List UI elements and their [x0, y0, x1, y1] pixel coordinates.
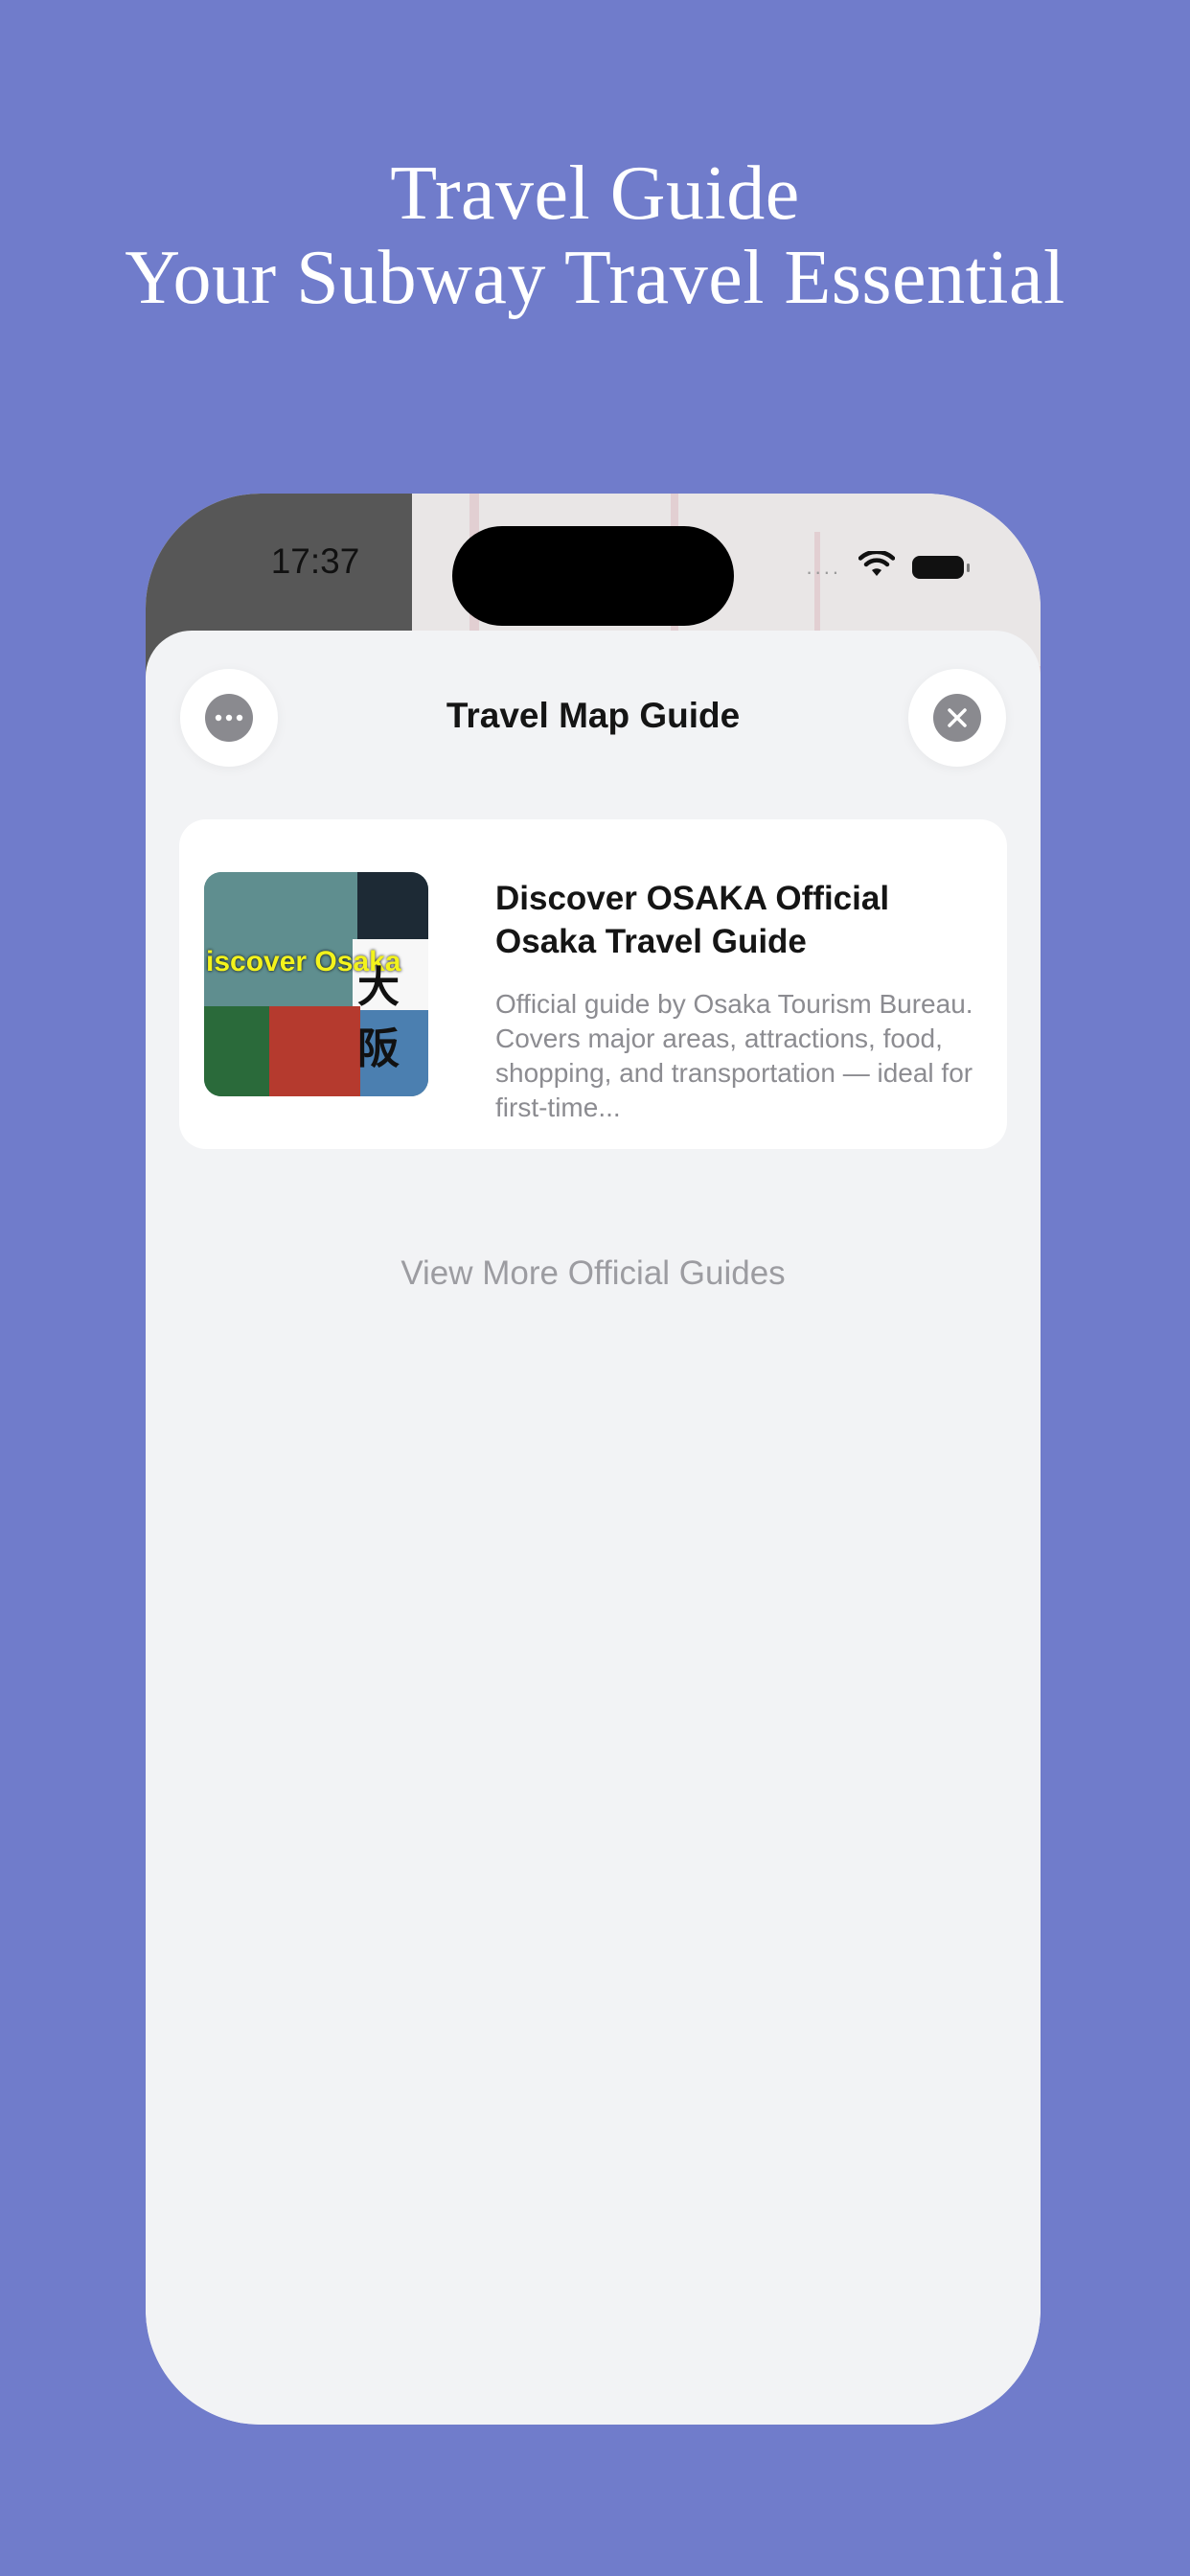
battery-icon [912, 555, 970, 579]
status-time: 17:37 [270, 541, 360, 581]
guide-thumbnail: iscover Osaka 大阪 [204, 872, 428, 1096]
guide-description: Official guide by Osaka Tourism Bureau. … [495, 989, 973, 1122]
dynamic-island [452, 526, 734, 626]
status-indicators: .... [806, 549, 970, 583]
close-icon [933, 694, 981, 742]
guide-card[interactable]: iscover Osaka 大阪 Discover OSAKA Official… [179, 819, 1007, 1149]
sheet-title: Travel Map Guide [446, 696, 741, 735]
wifi-icon [858, 549, 896, 583]
promo-headline: Travel Guide Your Subway Travel Essentia… [0, 151, 1190, 320]
bottom-sheet: Travel Map Guide iscover Osaka 大阪 Discov… [146, 631, 1041, 2425]
headline-line-2: Your Subway Travel Essential [125, 236, 1065, 320]
phone-frame: 17:37 .... Travel Map Guide iscover Osak… [146, 494, 1041, 2425]
view-more-guides-link[interactable]: View More Official Guides [146, 1254, 1041, 1293]
guide-title: Discover OSAKA Official Osaka Travel Gui… [495, 880, 890, 960]
headline-line-1: Travel Guide [390, 151, 800, 236]
close-button[interactable] [908, 669, 1006, 767]
thumbnail-kanji: 大阪 [357, 964, 400, 1072]
signal-dots: .... [806, 554, 841, 579]
